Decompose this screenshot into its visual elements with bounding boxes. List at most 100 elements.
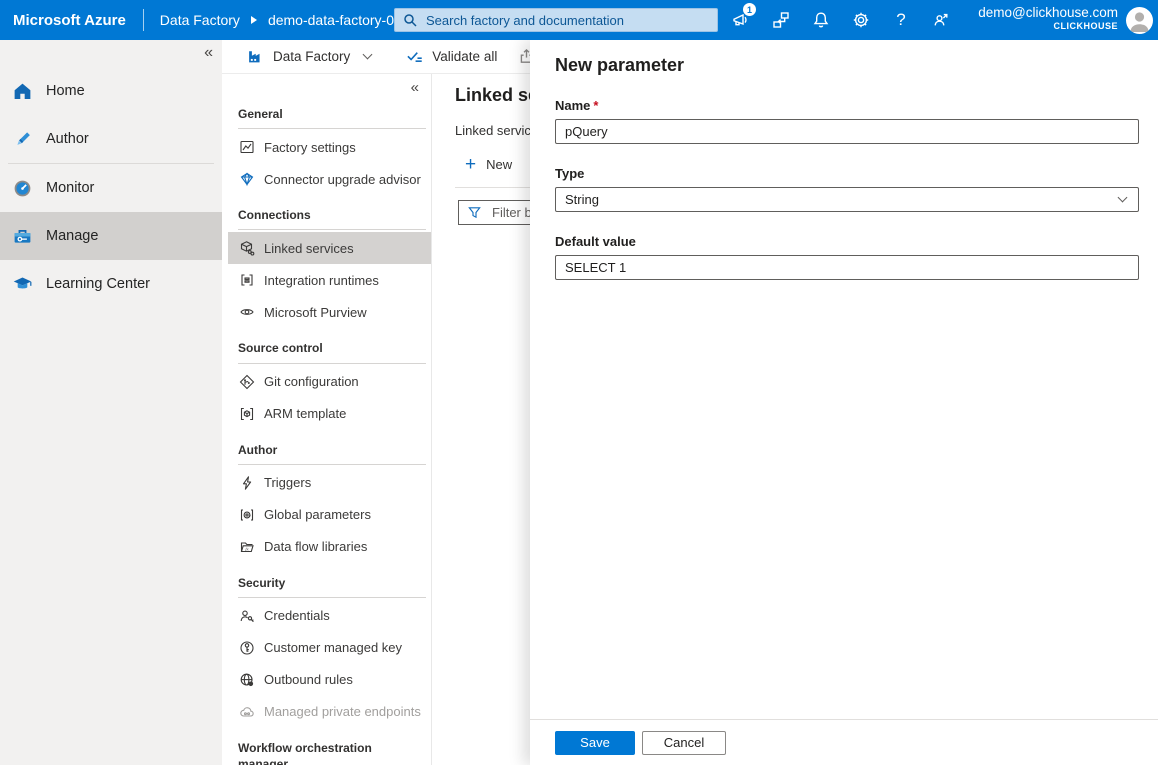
validate-all-button[interactable]: Validate all [406, 48, 497, 65]
section-rule [238, 363, 426, 364]
default-value-field[interactable] [555, 255, 1139, 280]
type-field-label: Type [555, 166, 1139, 181]
sidebar-item-microsoft-purview[interactable]: Microsoft Purview [228, 296, 431, 328]
manage-sidebar: « General Factory settings Connector upg… [228, 74, 432, 765]
sidebar-item-factory-settings[interactable]: Factory settings [228, 131, 431, 163]
factory-selector[interactable]: Data Factory [247, 48, 371, 65]
sidebar-item-label: Data flow libraries [264, 539, 367, 554]
left-nav-collapse-icon[interactable]: « [204, 44, 213, 62]
pencil-icon [12, 129, 33, 150]
plus-icon: + [465, 155, 476, 174]
sidebar-item-label: Factory settings [264, 140, 356, 155]
breadcrumb-app[interactable]: Data Factory [160, 12, 240, 28]
sidebar-item-label: Global parameters [264, 507, 371, 522]
sidebar-item-customer-managed-key[interactable]: Customer managed key [228, 632, 431, 664]
sidebar-item-global-parameters[interactable]: Global parameters [228, 499, 431, 531]
breadcrumb-arrow-icon [251, 16, 257, 24]
breadcrumb-factory-name[interactable]: demo-data-factory-00 [268, 12, 402, 28]
topbar-separator [143, 9, 144, 31]
switch-factory-icon [771, 10, 791, 30]
toolbox-icon [12, 226, 33, 247]
section-heading-security: Security [238, 575, 421, 591]
panel-footer: Save Cancel [530, 719, 1158, 765]
arm-template-icon [239, 406, 255, 422]
notifications-button[interactable] [801, 0, 841, 40]
sidebar-item-label: Git configuration [264, 374, 359, 389]
nav-item-manage[interactable]: Manage [0, 212, 222, 260]
search-input[interactable] [424, 12, 717, 29]
sidebar-item-credentials[interactable]: Credentials [228, 600, 431, 632]
eye-icon [239, 304, 255, 320]
notification-badge: 1 [742, 2, 757, 17]
cloud-icon [239, 704, 255, 720]
nav-label: Home [46, 83, 85, 99]
linked-services-icon [239, 240, 255, 256]
sidebar-item-outbound-rules[interactable]: Outbound rules [228, 664, 431, 696]
diamond-icon [239, 171, 255, 187]
credentials-icon [239, 608, 255, 624]
save-button[interactable]: Save [555, 731, 635, 755]
bell-icon [811, 10, 831, 30]
sidebar-item-label: Outbound rules [264, 672, 353, 687]
type-dropdown[interactable]: String [555, 187, 1139, 212]
help-button[interactable]: ? [881, 0, 921, 40]
account-info[interactable]: demo@clickhouse.com CLICKHOUSE [978, 5, 1118, 32]
manage-sidebar-collapse-icon[interactable]: « [228, 74, 431, 94]
section-rule [238, 464, 426, 465]
settings-button[interactable] [841, 0, 881, 40]
topbar-icon-row: 1 [721, 0, 961, 40]
sidebar-item-git-configuration[interactable]: Git configuration [228, 366, 431, 398]
key-icon [239, 640, 255, 656]
name-field[interactable] [555, 119, 1139, 144]
sidebar-item-arm-template[interactable]: ARM template [228, 398, 431, 430]
switch-factory-button[interactable] [761, 0, 801, 40]
help-icon: ? [896, 10, 905, 30]
avatar[interactable] [1126, 7, 1153, 34]
sidebar-item-linked-services[interactable]: Linked services [228, 232, 431, 264]
panel-title: New parameter [555, 55, 1158, 76]
new-parameter-panel: New parameter Name* Type String Default … [530, 40, 1158, 765]
cancel-button[interactable]: Cancel [642, 731, 726, 755]
sidebar-item-integration-runtimes[interactable]: Integration runtimes [228, 264, 431, 296]
nav-item-author[interactable]: Author [0, 115, 222, 163]
nav-label: Monitor [46, 180, 94, 196]
lightning-icon [239, 475, 255, 491]
nav-item-home[interactable]: Home [0, 67, 222, 115]
nav-item-learning-center[interactable]: Learning Center [0, 260, 222, 308]
validate-icon [406, 48, 423, 65]
sidebar-item-triggers[interactable]: Triggers [228, 467, 431, 499]
sidebar-item-label: Customer managed key [264, 640, 402, 655]
new-button[interactable]: + New [465, 155, 535, 174]
data-flow-libraries-icon: fx [239, 539, 255, 555]
sidebar-item-label: Connector upgrade advisor [264, 172, 421, 187]
global-search[interactable] [394, 8, 718, 32]
sidebar-item-data-flow-libraries[interactable]: fx Data flow libraries [228, 531, 431, 563]
sidebar-item-connector-upgrade-advisor[interactable]: Connector upgrade advisor [228, 163, 431, 195]
nav-item-monitor[interactable]: Monitor [0, 164, 222, 212]
sidebar-item-managed-private-endpoints[interactable]: Managed private endpoints [228, 696, 431, 728]
section-heading-source-control: Source control [238, 340, 421, 356]
section-heading-connections: Connections [238, 207, 421, 223]
sidebar-item-label: Credentials [264, 608, 330, 623]
sidebar-item-label: Microsoft Purview [264, 305, 367, 320]
feedback-person-icon [931, 10, 951, 30]
section-rule [238, 597, 426, 598]
sidebar-item-label: ARM template [264, 406, 346, 421]
sidebar-item-label: Linked services [264, 241, 354, 256]
factory-settings-icon [239, 139, 255, 155]
section-heading-general: General [238, 106, 421, 122]
nav-label: Manage [46, 228, 98, 244]
default-value-field-label: Default value [555, 234, 1139, 249]
announcements-button[interactable]: 1 [721, 0, 761, 40]
feedback-button[interactable] [921, 0, 961, 40]
nav-label: Author [46, 131, 89, 147]
section-rule [238, 229, 426, 230]
section-heading-workflow-orchestration-manager: Workflow orchestration manager [238, 740, 408, 765]
nav-label: Learning Center [46, 276, 150, 292]
factory-selector-label: Data Factory [273, 49, 350, 64]
filter-funnel-icon [467, 205, 482, 220]
sidebar-item-label: Managed private endpoints [264, 704, 421, 719]
name-field-label: Name* [555, 98, 1139, 113]
section-heading-author: Author [238, 442, 421, 458]
azure-brand[interactable]: Microsoft Azure [13, 12, 126, 29]
